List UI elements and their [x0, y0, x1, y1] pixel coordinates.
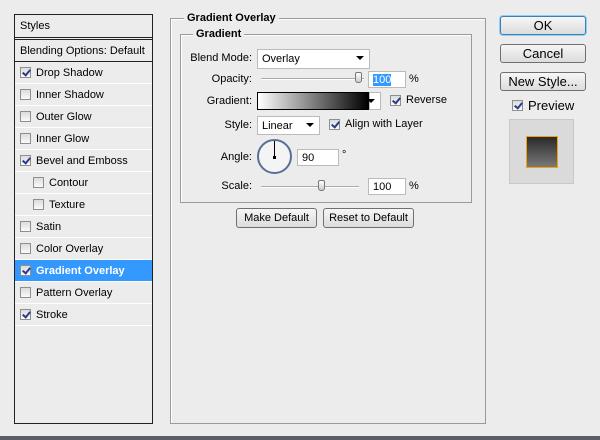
opacity-input[interactable]: 100 — [368, 71, 406, 88]
opacity-unit: % — [409, 73, 419, 85]
align-label: Align with Layer — [345, 118, 423, 130]
angle-dial[interactable] — [257, 139, 292, 174]
style-item-inner-shadow[interactable]: Inner Shadow — [15, 84, 152, 106]
style-item-checkbox[interactable] — [33, 199, 44, 210]
preview-label: Preview — [528, 98, 575, 113]
angle-needle — [274, 141, 275, 157]
style-item-checkbox[interactable] — [20, 133, 31, 144]
style-item-label: Bevel and Emboss — [36, 154, 128, 167]
scale-value: 100 — [373, 180, 392, 193]
blending-options[interactable]: Blending Options: Default — [15, 40, 152, 62]
styles-header[interactable]: Styles — [15, 15, 152, 40]
angle-unit: ° — [342, 149, 347, 161]
opacity-slider[interactable] — [261, 78, 364, 80]
scale-input[interactable]: 100 — [368, 178, 406, 195]
style-item-checkbox[interactable] — [20, 89, 31, 100]
style-value: Linear — [262, 119, 293, 132]
style-item-texture[interactable]: Texture — [15, 194, 152, 216]
style-item-satin[interactable]: Satin — [15, 216, 152, 238]
styles-header-label: Styles — [20, 20, 50, 32]
style-item-gradient-overlay[interactable]: Gradient Overlay — [15, 260, 152, 282]
style-item-inner-glow[interactable]: Inner Glow — [15, 128, 152, 150]
style-item-checkbox[interactable] — [20, 111, 31, 122]
style-item-label: Inner Shadow — [36, 88, 104, 101]
style-item-bevel-and-emboss[interactable]: Bevel and Emboss — [15, 150, 152, 172]
preview-checkbox[interactable]: Preview — [512, 98, 574, 113]
style-item-checkbox[interactable] — [20, 243, 31, 254]
style-item-label: Contour — [49, 176, 89, 189]
style-item-checkbox[interactable] — [20, 287, 31, 298]
cancel-button[interactable]: Cancel — [500, 44, 586, 63]
scale-unit: % — [409, 180, 419, 192]
gradient-dropdown[interactable] — [367, 92, 381, 110]
angle-label: Angle: — [220, 151, 252, 163]
style-select[interactable]: Linear — [257, 116, 320, 135]
blend-mode-label: Blend Mode: — [190, 52, 252, 64]
preview-check[interactable] — [512, 100, 523, 111]
style-item-label: Texture — [49, 198, 86, 211]
style-item-color-overlay[interactable]: Color Overlay — [15, 238, 152, 260]
style-item-pattern-overlay[interactable]: Pattern Overlay — [15, 282, 152, 304]
gradient-picker[interactable] — [257, 92, 369, 110]
make-default-button[interactable]: Make Default — [236, 208, 317, 228]
opacity-label: Opacity: — [211, 73, 252, 85]
reverse-check[interactable] — [390, 94, 401, 106]
style-item-checkbox[interactable] — [20, 265, 31, 276]
angle-value: 90 — [302, 151, 315, 164]
style-item-stroke[interactable]: Stroke — [15, 304, 152, 326]
style-item-drop-shadow[interactable]: Drop Shadow — [15, 62, 152, 84]
blend-mode-value: Overlay — [262, 53, 300, 65]
style-item-checkbox[interactable] — [20, 67, 31, 78]
style-item-label: Drop Shadow — [36, 66, 103, 79]
style-item-label: Gradient Overlay — [36, 264, 125, 277]
ok-button[interactable]: OK — [500, 16, 586, 35]
style-item-label: Satin — [36, 220, 62, 233]
angle-center — [273, 156, 276, 159]
style-item-outer-glow[interactable]: Outer Glow — [15, 106, 152, 128]
gradient-label: Gradient: — [206, 95, 252, 107]
style-item-label: Stroke — [36, 308, 68, 321]
style-item-label: Color Overlay — [36, 242, 104, 255]
angle-input[interactable]: 90 — [297, 149, 339, 166]
panel-title: Gradient Overlay — [184, 12, 279, 24]
style-item-label: Inner Glow — [36, 132, 90, 145]
group-title: Gradient — [193, 28, 245, 40]
dialog-bottom-border — [0, 436, 600, 440]
blending-options-label: Blending Options: Default — [20, 44, 145, 57]
style-item-checkbox[interactable] — [33, 177, 44, 188]
styles-list: Styles Blending Options: Default Drop Sh… — [14, 14, 153, 424]
align-with-layer-checkbox[interactable]: Align with Layer — [329, 118, 423, 130]
style-item-checkbox[interactable] — [20, 155, 31, 166]
scale-slider[interactable] — [261, 186, 359, 188]
new-style-button[interactable]: New Style... — [500, 72, 586, 91]
reverse-label: Reverse — [406, 94, 447, 106]
style-item-checkbox[interactable] — [20, 309, 31, 320]
reverse-checkbox[interactable]: Reverse — [390, 94, 447, 106]
style-item-checkbox[interactable] — [20, 221, 31, 232]
style-item-contour[interactable]: Contour — [15, 172, 152, 194]
style-label: Style: — [224, 119, 252, 131]
preview-thumbnail — [509, 119, 574, 184]
style-item-label: Pattern Overlay — [36, 286, 113, 299]
preview-swatch — [526, 136, 558, 168]
opacity-slider-thumb[interactable] — [355, 72, 362, 83]
scale-label: Scale: — [221, 180, 252, 192]
blend-mode-select[interactable]: Overlay — [257, 49, 370, 69]
scale-slider-thumb[interactable] — [318, 180, 325, 191]
reset-to-default-button[interactable]: Reset to Default — [323, 208, 414, 228]
align-check[interactable] — [329, 118, 340, 130]
style-item-label: Outer Glow — [36, 110, 92, 123]
opacity-value: 100 — [373, 73, 392, 86]
